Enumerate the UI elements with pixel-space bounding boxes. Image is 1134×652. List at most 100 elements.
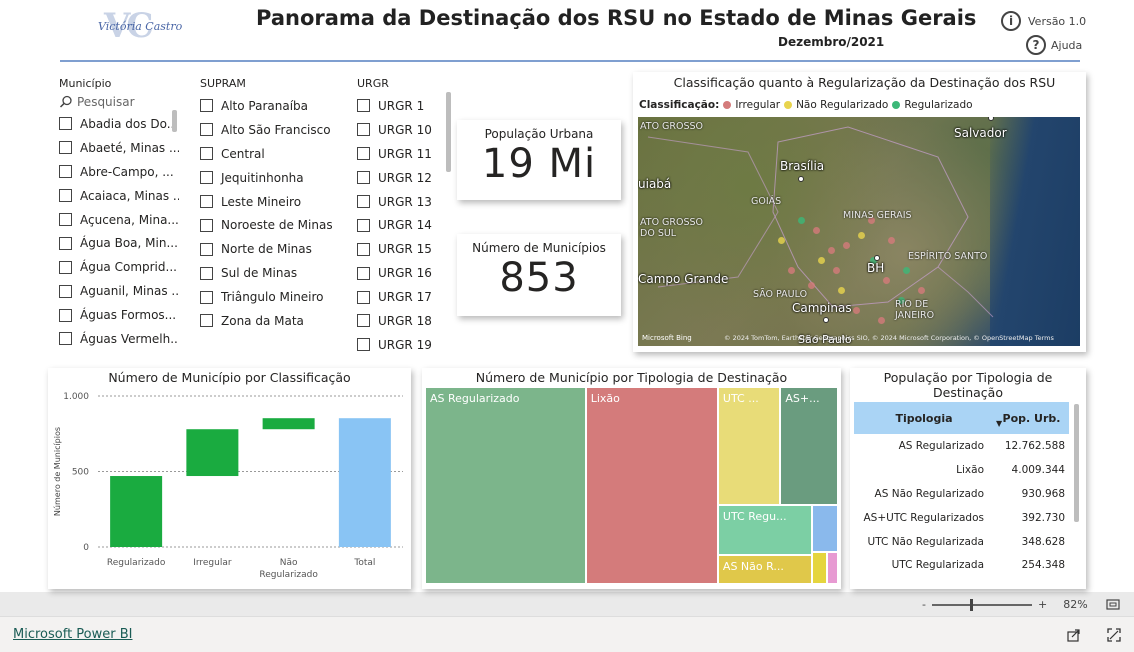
map-marker[interactable] [843,242,850,249]
urgr-item[interactable]: URGR 18 [357,309,447,333]
map-marker[interactable] [788,267,795,274]
treemap-tile[interactable]: AS+... [781,388,837,504]
supram-item[interactable]: Central [200,142,340,166]
checkbox[interactable] [200,290,213,304]
supram-item[interactable]: Noroeste de Minas [200,213,340,237]
municipio-item[interactable]: Águas Formos... [59,303,179,327]
treemap-tile[interactable]: AS Regularizado [426,388,585,583]
checkbox[interactable] [357,171,370,185]
map-marker[interactable] [878,317,885,324]
question-icon[interactable]: ? [1026,35,1046,55]
checkbox[interactable] [357,266,370,280]
municipio-item[interactable]: Abaeté, Minas ... [59,136,179,160]
map-marker[interactable] [813,227,820,234]
map-marker[interactable] [888,237,895,244]
table-row[interactable]: UTC Não Regularizada 348.628 [854,530,1069,554]
map-marker[interactable] [818,257,825,264]
checkbox[interactable] [59,332,72,346]
map-marker[interactable] [798,217,805,224]
map-marker[interactable] [883,277,890,284]
map-marker[interactable] [838,287,845,294]
urgr-item[interactable]: URGR 13 [357,190,447,214]
municipio-item[interactable]: Aguanil, Minas ... [59,279,179,303]
checkbox[interactable] [357,195,370,208]
waterfall-bar[interactable] [110,476,163,547]
map-marker[interactable] [918,287,925,294]
checkbox[interactable] [59,308,72,322]
supram-item[interactable]: Zona da Mata [200,309,340,333]
municipio-item[interactable]: Abre-Campo, ... [59,160,179,184]
table-row[interactable]: AS+UTC Regularizados 392.730 [854,506,1069,530]
version-info[interactable]: i Versão 1.0 [1001,11,1086,31]
urgr-item[interactable]: URGR 16 [357,261,447,285]
supram-item[interactable]: Leste Mineiro [200,190,340,214]
treemap-tile[interactable]: Lixão [586,388,717,583]
urgr-item[interactable]: URGR 10 [357,118,447,142]
table-scrollbar[interactable] [1074,404,1079,522]
checkbox[interactable] [59,165,72,179]
urgr-item[interactable]: URGR 12 [357,166,447,190]
checkbox[interactable] [200,195,213,208]
map-marker[interactable] [833,267,840,274]
checkbox[interactable] [59,189,72,203]
map-attribution[interactable]: © 2024 TomTom, Earthstar Geographics SIO… [724,334,1054,342]
table-header-pop-urb[interactable]: ▼ Pop. Urb. [994,402,1069,434]
checkbox[interactable] [59,213,72,226]
table-row[interactable]: UTC Regularizada 254.348 [854,553,1069,577]
treemap-tile[interactable]: UTC Regu... [718,505,811,555]
zoom-slider[interactable] [931,598,1032,611]
waterfall-bar[interactable] [262,418,315,430]
supram-item[interactable]: Jequitinhonha [200,166,340,190]
checkbox[interactable] [357,338,370,352]
checkbox[interactable] [357,218,370,232]
map-marker[interactable] [808,282,815,289]
fit-page-icon[interactable] [1106,599,1120,610]
municipio-item[interactable]: Água Boa, Min... [59,231,179,255]
map-marker[interactable] [853,307,860,314]
checkbox[interactable] [200,171,213,185]
checkbox[interactable] [357,314,370,328]
urgr-item[interactable]: URGR 14 [357,213,447,237]
satellite-map[interactable]: ATO GROSSO uiabá Brasília Salvador GOIÁS… [638,117,1080,346]
municipio-item[interactable]: Água Comprid... [59,255,179,279]
treemap-tile[interactable] [812,553,827,583]
checkbox[interactable] [59,141,72,155]
map-marker[interactable] [778,237,785,244]
checkbox[interactable] [59,236,72,250]
zoom-out-button[interactable]: - [922,598,926,611]
table-header-tipologia[interactable]: Tipologia [854,402,994,434]
urgr-item[interactable]: URGR 1 [357,94,447,118]
map-marker[interactable] [828,247,835,254]
supram-item[interactable]: Triângulo Mineiro [200,285,340,309]
waterfall-bar[interactable] [338,418,391,547]
treemap-tile[interactable] [812,505,837,552]
checkbox[interactable] [59,284,72,298]
urgr-item[interactable]: URGR 15 [357,237,447,261]
checkbox[interactable] [59,260,72,274]
treemap-tile[interactable]: UTC ... [718,388,780,504]
checkbox[interactable] [200,147,213,161]
power-bi-link[interactable]: Microsoft Power BI [13,627,132,642]
municipio-item[interactable]: Açucena, Mina... [59,208,179,232]
supram-item[interactable]: Alto São Francisco [200,118,340,142]
map-marker[interactable] [903,267,910,274]
checkbox[interactable] [200,99,213,113]
share-icon[interactable] [1067,628,1081,642]
municipio-item[interactable]: Acaiaca, Minas ... [59,184,179,208]
slicer-municipio-scrollbar[interactable] [172,110,177,132]
fullscreen-icon[interactable] [1107,628,1121,642]
checkbox[interactable] [200,266,213,280]
municipio-item[interactable]: Águas Vermelh... [59,327,179,351]
checkbox[interactable] [200,218,213,232]
treemap-tile[interactable] [828,553,837,583]
checkbox[interactable] [59,117,72,131]
info-icon[interactable]: i [1001,11,1021,31]
table-row[interactable]: AS Regularizado 12.762.588 [854,434,1069,458]
checkbox[interactable] [357,147,370,161]
checkbox[interactable] [357,99,370,113]
supram-item[interactable]: Norte de Minas [200,237,340,261]
treemap-tile[interactable]: AS Não R... [718,556,811,583]
search-input[interactable]: Pesquisar [59,94,179,110]
waterfall-bar[interactable] [186,429,239,477]
help-link[interactable]: ? Ajuda [1026,35,1082,55]
